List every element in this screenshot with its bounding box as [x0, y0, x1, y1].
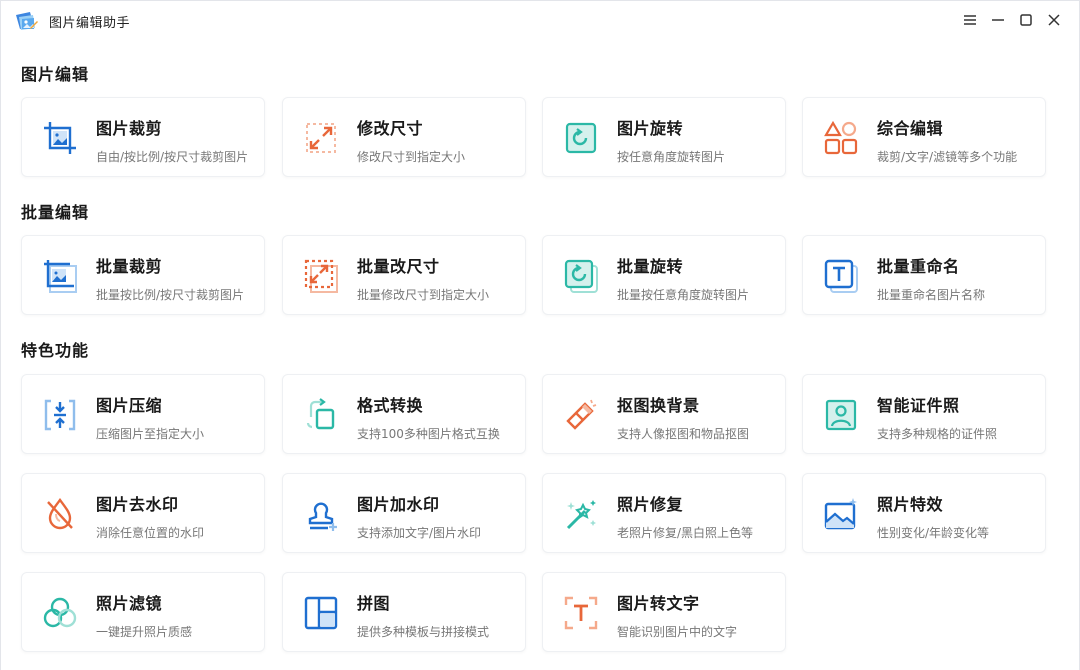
window-controls: [959, 9, 1065, 31]
minimize-icon: [992, 19, 1004, 21]
crop-icon: [42, 120, 78, 156]
shapes-icon: [823, 120, 859, 156]
card-description: 一键提升照片质感: [96, 625, 193, 639]
card-title: 照片特效: [877, 495, 944, 514]
card-title: 综合编辑: [877, 119, 944, 138]
card-description: 自由/按比例/按尺寸裁剪图片: [96, 150, 249, 164]
card-add-watermark[interactable]: 图片加水印 支持添加文字/图片水印: [282, 473, 526, 553]
card-title: 图片裁剪: [96, 119, 163, 138]
filter-icon: [42, 595, 78, 631]
app-window: 图片编辑助手 图片编辑 图片裁剪 自由/按比例/按尺寸裁剪图片 修改尺寸 修改尺…: [0, 0, 1080, 670]
card-rotate[interactable]: 图片旋转 按任意角度旋转图片: [542, 97, 786, 177]
card-description: 老照片修复/黑白照上色等: [617, 526, 754, 540]
card-remove-watermark[interactable]: 图片去水印 消除任意位置的水印: [21, 473, 265, 553]
card-description: 性别变化/年龄变化等: [877, 526, 990, 540]
card-resize[interactable]: 修改尺寸 修改尺寸到指定大小: [282, 97, 526, 177]
card-batch-crop[interactable]: 批量裁剪 批量按比例/按尺寸裁剪图片: [21, 235, 265, 315]
card-format-convert[interactable]: 格式转换 支持100多种图片格式互换: [282, 374, 526, 454]
maximize-icon: [1020, 14, 1032, 26]
magic-wand-icon: [563, 496, 599, 532]
photo-effect-icon: [823, 496, 859, 532]
batch-rotate-icon: [563, 258, 599, 294]
card-collage[interactable]: 拼图 提供多种模板与拼接模式: [282, 572, 526, 652]
card-title: 智能证件照: [877, 396, 960, 415]
card-title: 照片滤镜: [96, 594, 163, 613]
card-title: 图片去水印: [96, 495, 179, 514]
main-content: 图片编辑 图片裁剪 自由/按比例/按尺寸裁剪图片 修改尺寸 修改尺寸到指定大小 …: [1, 41, 1079, 670]
card-title: 图片压缩: [96, 396, 163, 415]
card-description: 修改尺寸到指定大小: [357, 150, 466, 164]
card-batch-rotate[interactable]: 批量旋转 批量按任意角度旋转图片: [542, 235, 786, 315]
card-batch-resize[interactable]: 批量改尺寸 批量修改尺寸到指定大小: [282, 235, 526, 315]
card-title: 格式转换: [357, 396, 424, 415]
card-comprehensive-edit[interactable]: 综合编辑 裁剪/文字/滤镜等多个功能: [802, 97, 1046, 177]
card-description: 提供多种模板与拼接模式: [357, 625, 490, 639]
card-title: 批量重命名: [877, 257, 960, 276]
resize-icon: [303, 120, 339, 156]
card-description: 消除任意位置的水印: [96, 526, 205, 540]
stamp-icon: [303, 496, 339, 532]
card-title: 照片修复: [617, 495, 684, 514]
card-description: 批量重命名图片名称: [877, 288, 986, 302]
batch-crop-icon: [42, 258, 78, 294]
rotate-icon: [563, 120, 599, 156]
card-description: 压缩图片至指定大小: [96, 427, 205, 441]
card-title: 批量旋转: [617, 257, 684, 276]
close-icon: [1048, 14, 1060, 26]
title-bar: 图片编辑助手: [1, 1, 1079, 41]
remove-watermark-icon: [42, 496, 78, 532]
app-logo-icon: [13, 9, 39, 33]
card-description: 按任意角度旋转图片: [617, 150, 726, 164]
maximize-button[interactable]: [1015, 9, 1037, 31]
ocr-icon: [563, 595, 599, 631]
close-button[interactable]: [1043, 9, 1065, 31]
batch-rename-icon: [823, 258, 859, 294]
format-convert-icon: [303, 397, 339, 433]
minimize-button[interactable]: [987, 9, 1009, 31]
card-image-to-text[interactable]: 图片转文字 智能识别图片中的文字: [542, 572, 786, 652]
card-compress[interactable]: 图片压缩 压缩图片至指定大小: [21, 374, 265, 454]
card-description: 支持100多种图片格式互换: [357, 427, 500, 441]
card-description: 批量按任意角度旋转图片: [617, 288, 750, 302]
card-batch-rename[interactable]: 批量重命名 批量重命名图片名称: [802, 235, 1046, 315]
card-cutout-background[interactable]: 抠图换背景 支持人像抠图和物品抠图: [542, 374, 786, 454]
id-photo-icon: [823, 397, 859, 433]
batch-resize-icon: [303, 258, 339, 294]
section-title-image-edit: 图片编辑: [21, 65, 90, 84]
card-description: 批量修改尺寸到指定大小: [357, 288, 490, 302]
card-photo-filter[interactable]: 照片滤镜 一键提升照片质感: [21, 572, 265, 652]
card-title: 批量裁剪: [96, 257, 163, 276]
card-id-photo[interactable]: 智能证件照 支持多种规格的证件照: [802, 374, 1046, 454]
card-title: 图片加水印: [357, 495, 440, 514]
card-photo-restore[interactable]: 照片修复 老照片修复/黑白照上色等: [542, 473, 786, 553]
menu-icon: [964, 15, 976, 25]
section-title-batch-edit: 批量编辑: [21, 203, 90, 222]
section-title-features: 特色功能: [21, 341, 90, 360]
card-description: 支持多种规格的证件照: [877, 427, 998, 441]
card-description: 支持人像抠图和物品抠图: [617, 427, 750, 441]
card-description: 智能识别图片中的文字: [617, 625, 738, 639]
card-title: 图片转文字: [617, 594, 700, 613]
collage-icon: [303, 595, 339, 631]
menu-button[interactable]: [959, 9, 981, 31]
card-title: 修改尺寸: [357, 119, 424, 138]
card-title: 图片旋转: [617, 119, 684, 138]
card-description: 裁剪/文字/滤镜等多个功能: [877, 150, 1018, 164]
card-image-crop[interactable]: 图片裁剪 自由/按比例/按尺寸裁剪图片: [21, 97, 265, 177]
app-title: 图片编辑助手: [49, 16, 131, 31]
card-title: 抠图换背景: [617, 396, 700, 415]
card-title: 批量改尺寸: [357, 257, 440, 276]
card-description: 支持添加文字/图片水印: [357, 526, 482, 540]
compress-icon: [42, 397, 78, 433]
eraser-icon: [563, 397, 599, 433]
card-photo-effect[interactable]: 照片特效 性别变化/年龄变化等: [802, 473, 1046, 553]
card-title: 拼图: [357, 594, 391, 613]
card-description: 批量按比例/按尺寸裁剪图片: [96, 288, 245, 302]
